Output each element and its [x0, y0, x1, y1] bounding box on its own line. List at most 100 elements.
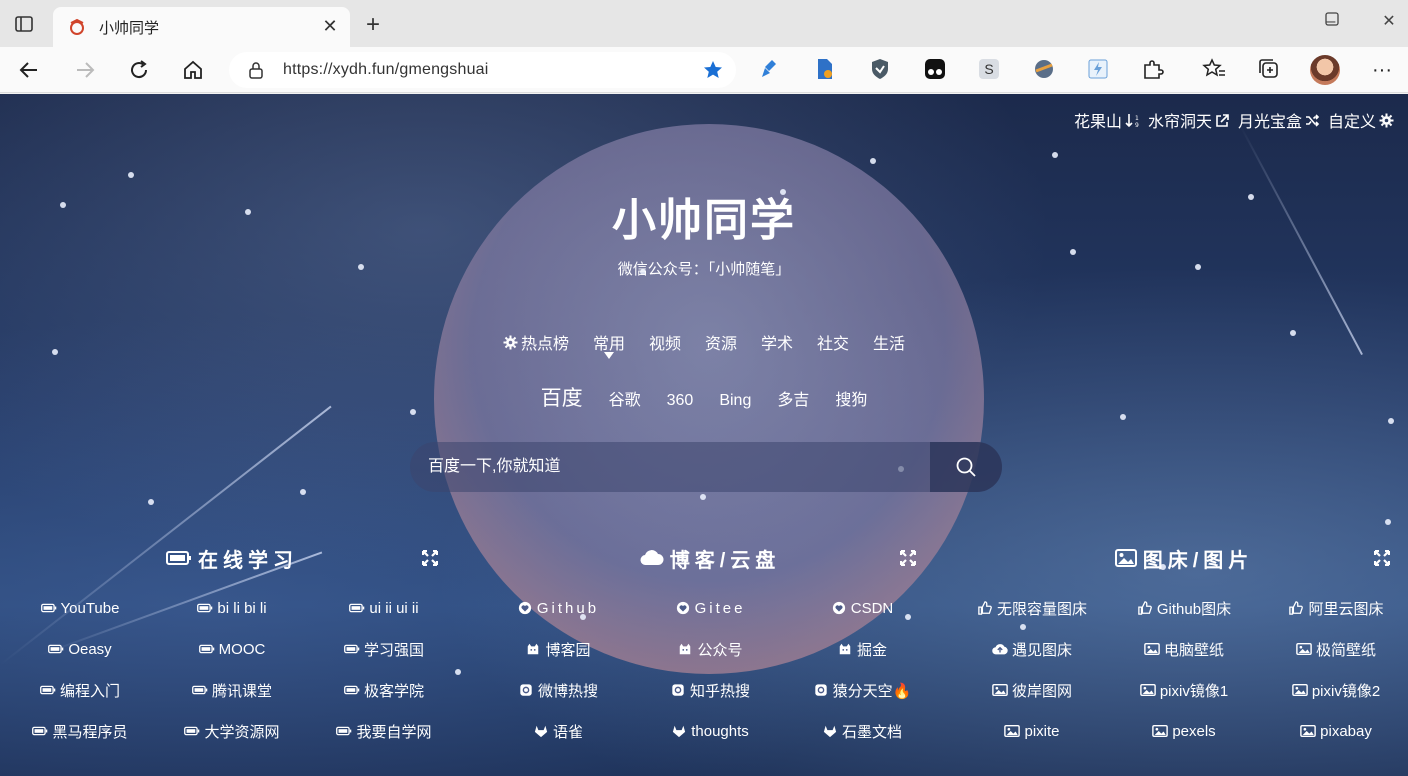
- link-item[interactable]: MOOC: [156, 637, 308, 661]
- top-link-custom[interactable]: 自定义: [1328, 108, 1394, 132]
- engine-dogedoge[interactable]: 多吉: [777, 386, 809, 410]
- star: [1120, 414, 1126, 420]
- link-item[interactable]: Github图床: [1108, 596, 1260, 620]
- engine-baidu[interactable]: 百度: [541, 382, 583, 412]
- star: [1052, 152, 1058, 158]
- engine-google[interactable]: 谷歌: [609, 386, 641, 410]
- tab-video[interactable]: 视频: [649, 330, 681, 354]
- expand-icon[interactable]: [422, 550, 438, 566]
- link-item[interactable]: Oeasy: [4, 637, 156, 661]
- link-item[interactable]: 掘金: [786, 637, 938, 661]
- link-item[interactable]: 博客园: [482, 637, 634, 661]
- tab-label: 热点榜: [520, 336, 569, 353]
- link-item[interactable]: 腾讯课堂: [156, 678, 308, 702]
- cat-icon: [837, 642, 853, 656]
- engine-sogou[interactable]: 搜狗: [835, 386, 867, 410]
- link-item[interactable]: 编程入门: [4, 678, 156, 702]
- link-item[interactable]: Gitee: [634, 596, 786, 620]
- expand-icon[interactable]: [900, 550, 916, 566]
- link-item[interactable]: 电脑壁纸: [1108, 637, 1260, 661]
- link-item[interactable]: 遇见图床: [956, 637, 1108, 661]
- lock-icon[interactable]: [247, 61, 265, 79]
- link-item[interactable]: 极简壁纸: [1260, 637, 1408, 661]
- link-item[interactable]: 猿分天空🔥: [786, 678, 938, 702]
- battery-icon: [349, 601, 365, 615]
- link-item[interactable]: 知乎热搜: [634, 678, 786, 702]
- address-bar[interactable]: https://xydh.fun/gmengshuai: [229, 52, 736, 88]
- link-item[interactable]: 无限容量图床: [956, 596, 1108, 620]
- tab-close-icon[interactable]: ✕: [320, 16, 340, 36]
- favorites-icon[interactable]: [1202, 57, 1226, 81]
- browser-toolbar: https://xydh.fun/gmengshuai S ···: [0, 47, 1408, 93]
- link-label: 掘金: [856, 641, 887, 659]
- link-item[interactable]: ui ii ui ii: [308, 596, 460, 620]
- expand-icon[interactable]: [1374, 550, 1390, 566]
- tab-hot-list[interactable]: 热点榜: [503, 330, 569, 354]
- extension-document-icon[interactable]: [813, 57, 837, 81]
- link-item[interactable]: 语雀: [482, 719, 634, 743]
- extension-broom-icon[interactable]: [758, 57, 782, 81]
- link-item[interactable]: 石墨文档: [786, 719, 938, 743]
- favorite-star-icon[interactable]: [702, 59, 724, 81]
- link-item[interactable]: pixiv镜像2: [1260, 678, 1408, 702]
- thumbs-up-icon: [1288, 601, 1304, 615]
- link-item[interactable]: 黑马程序员: [4, 719, 156, 743]
- link-item[interactable]: 阿里云图床: [1260, 596, 1408, 620]
- link-item[interactable]: 大学资源网: [156, 719, 308, 743]
- link-item[interactable]: YouTube: [4, 596, 156, 620]
- link-item[interactable]: 微博热搜: [482, 678, 634, 702]
- active-tab[interactable]: 小帅同学 ✕: [53, 7, 350, 47]
- link-item[interactable]: 极客学院: [308, 678, 460, 702]
- home-icon[interactable]: [178, 55, 208, 85]
- link-item[interactable]: 学习强国: [308, 637, 460, 661]
- link-label: 腾讯课堂: [211, 682, 272, 700]
- tab-life[interactable]: 生活: [873, 330, 905, 354]
- search-button[interactable]: [930, 442, 1002, 492]
- extension-tampermonkey-icon[interactable]: [923, 57, 947, 81]
- window-close-icon[interactable]: ✕: [1374, 10, 1404, 34]
- extension-shield-icon[interactable]: [868, 57, 892, 81]
- maximize-icon[interactable]: [1325, 12, 1339, 26]
- link-item[interactable]: bi li bi li: [156, 596, 308, 620]
- forward-icon[interactable]: [70, 55, 100, 85]
- heart-icon: [831, 601, 847, 615]
- link-item[interactable]: pixite: [956, 719, 1108, 743]
- link-label: 编程入门: [59, 682, 120, 700]
- link-item[interactable]: pixabay: [1260, 719, 1408, 743]
- back-icon[interactable]: [14, 55, 44, 85]
- link-label: 阿里云图床: [1308, 600, 1384, 618]
- collections-icon[interactable]: [1257, 57, 1281, 81]
- link-item[interactable]: Github: [482, 596, 634, 620]
- top-link-shuiliandongtian[interactable]: 水帘洞天: [1148, 108, 1230, 132]
- search-box: [410, 442, 1002, 492]
- link-label: CSDN: [850, 599, 894, 617]
- extension-lightning-icon[interactable]: [1086, 57, 1110, 81]
- reload-icon[interactable]: [124, 55, 154, 85]
- extension-globe-icon[interactable]: [1032, 57, 1056, 81]
- new-tab-icon[interactable]: +: [360, 12, 386, 38]
- top-link-huaguoshan[interactable]: 花果山 19: [1074, 108, 1140, 132]
- link-item[interactable]: CSDN: [786, 596, 938, 620]
- star: [1388, 418, 1394, 424]
- engine-360[interactable]: 360: [667, 392, 694, 410]
- search-input[interactable]: [428, 456, 918, 478]
- link-item[interactable]: pexels: [1108, 719, 1260, 743]
- link-item[interactable]: thoughts: [634, 719, 786, 743]
- link-item[interactable]: 我要自学网: [308, 719, 460, 743]
- engine-bing[interactable]: Bing: [719, 392, 751, 410]
- tab-actions-icon[interactable]: [14, 14, 34, 34]
- url-text[interactable]: https://xydh.fun/gmengshuai: [283, 61, 489, 79]
- tab-academic[interactable]: 学术: [761, 330, 793, 354]
- link-item[interactable]: pixiv镜像1: [1108, 678, 1260, 702]
- top-link-yueguangbaohe[interactable]: 月光宝盒: [1238, 108, 1320, 132]
- profile-avatar[interactable]: [1310, 55, 1340, 85]
- extensions-puzzle-icon[interactable]: [1141, 57, 1165, 81]
- tab-social[interactable]: 社交: [817, 330, 849, 354]
- link-item[interactable]: 公众号: [634, 637, 786, 661]
- more-menu-icon[interactable]: ···: [1370, 55, 1394, 85]
- extension-s-icon[interactable]: S: [977, 57, 1001, 81]
- link-item[interactable]: 彼岸图网: [956, 678, 1108, 702]
- tab-common[interactable]: 常用: [593, 330, 625, 359]
- gear-icon: [1379, 113, 1394, 127]
- tab-resources[interactable]: 资源: [705, 330, 737, 354]
